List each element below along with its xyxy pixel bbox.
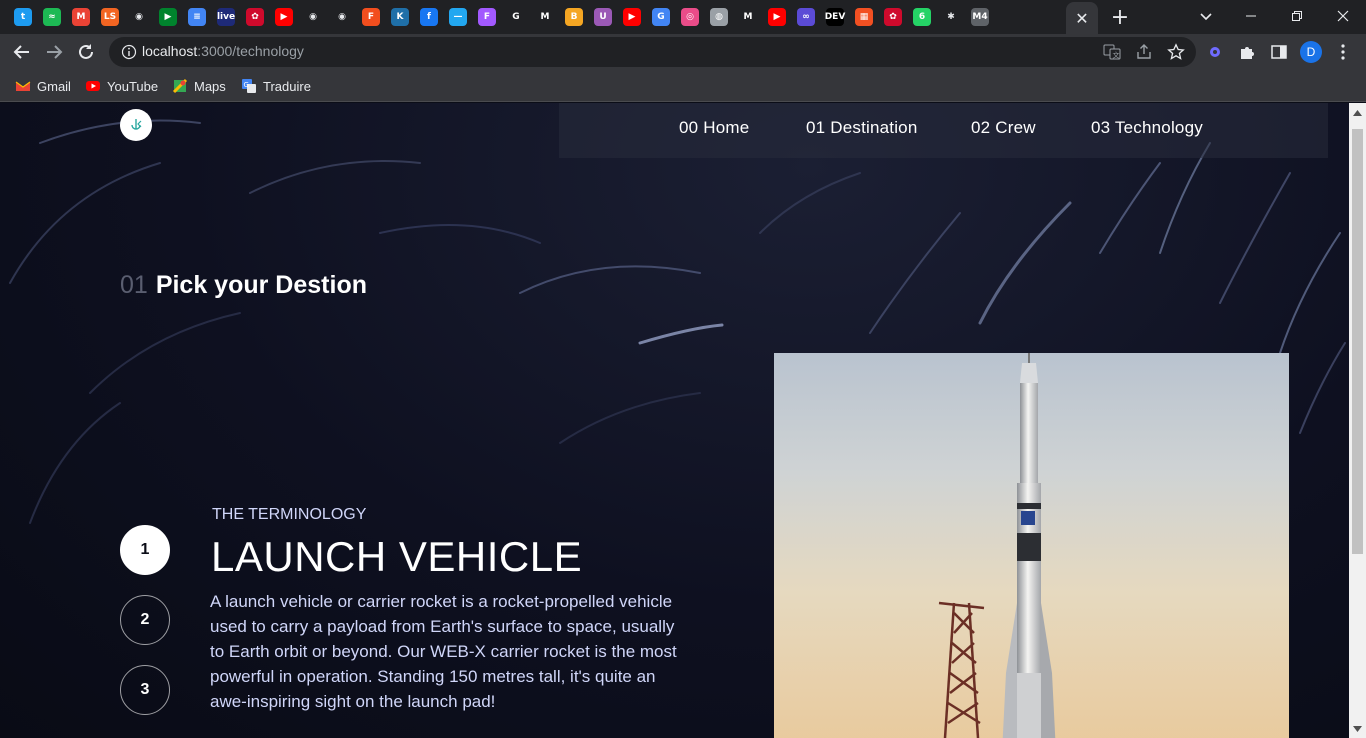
scroll-down-icon[interactable]: [1353, 725, 1362, 733]
site-logo[interactable]: [120, 109, 152, 141]
dribbble-icon[interactable]: ◎: [681, 8, 699, 26]
bookmark-label: Traduire: [263, 78, 311, 94]
profile-initial: D: [1300, 41, 1322, 63]
active-tab[interactable]: ✕: [1066, 2, 1098, 34]
scroll-thumb[interactable]: [1352, 129, 1363, 554]
youtube-icon[interactable]: ▶: [768, 8, 786, 26]
ls-icon[interactable]: LS: [101, 8, 119, 26]
badge-icon[interactable]: B: [565, 8, 583, 26]
figma-icon[interactable]: F: [478, 8, 496, 26]
scroll-up-icon[interactable]: [1353, 109, 1362, 117]
hashnode-icon[interactable]: ∞: [797, 8, 815, 26]
codewars-icon[interactable]: K: [391, 8, 409, 26]
browser-toolbar: localhost:3000/technology 文 D: [0, 34, 1366, 70]
svg-text:G: G: [244, 81, 249, 89]
maps-icon: [172, 78, 188, 94]
youtube-icon[interactable]: ▶: [623, 8, 641, 26]
back-icon[interactable]: [10, 40, 34, 64]
url-text: localhost:3000/technology: [142, 43, 304, 59]
profile-avatar[interactable]: D: [1300, 41, 1322, 63]
translate-icon: G: [242, 79, 256, 93]
step-button-3[interactable]: 3: [120, 665, 170, 715]
terminology-label: THE TERMINOLOGY: [212, 506, 367, 523]
translate-icon[interactable]: 文: [1102, 42, 1122, 62]
tech-title: LAUNCH VEHICLE: [211, 533, 583, 580]
tab-close-icon[interactable]: ✕: [1075, 9, 1088, 28]
gmail-icon: [15, 81, 31, 91]
svg-text:文: 文: [1113, 51, 1120, 60]
huawei-icon[interactable]: ✿: [246, 8, 264, 26]
pinned-tabs: t ≈ M LS ◉ ▶ ≡ live ✿ ▶ ◉ ◉ F Kf — F G M B U ▶ G ◎ ◍ M ▶ ∞ DEV ▦ ✿ 6 ✱ M…: [14, 5, 1000, 29]
app-icon[interactable]: —: [449, 8, 467, 26]
browser-tab-strip: t ≈ M LS ◉ ▶ ≡ live ✿ ▶ ◉ ◉ F Kf — F G M B U ▶ G ◎ ◍ M ▶ ∞ DEV ▦ ✿ 6 ✱ M…: [0, 0, 1366, 34]
docs-icon[interactable]: ≡: [188, 8, 206, 26]
bookmarks-bar: Gmail YouTube Maps G Traduire: [0, 70, 1366, 102]
minimize-button[interactable]: [1228, 0, 1274, 32]
bookmark-star-icon[interactable]: [1166, 42, 1186, 62]
nav-home[interactable]: 00 Home: [679, 118, 749, 138]
extension-gear-icon[interactable]: [1204, 41, 1226, 63]
url-host: localhost: [142, 43, 198, 59]
live-icon[interactable]: live: [217, 8, 235, 26]
dev-icon[interactable]: DEV: [825, 8, 845, 26]
m4-icon[interactable]: M4: [971, 8, 989, 26]
figma-icon[interactable]: F: [362, 8, 380, 26]
nav-destination[interactable]: 01 Destination: [806, 118, 917, 138]
globe-icon[interactable]: ◍: [710, 8, 728, 26]
github-icon[interactable]: ◉: [130, 8, 148, 26]
bookmark-label: YouTube: [107, 78, 159, 94]
restore-button[interactable]: [1274, 0, 1320, 32]
page-scrollbar[interactable]: [1349, 103, 1366, 738]
google-icon[interactable]: G: [507, 8, 525, 26]
menu-kebab-icon[interactable]: [1332, 41, 1354, 63]
address-bar[interactable]: localhost:3000/technology 文: [109, 37, 1196, 67]
site-info-icon[interactable]: [121, 44, 137, 60]
medium-icon[interactable]: M: [739, 8, 757, 26]
extensions-puzzle-icon[interactable]: [1236, 41, 1258, 63]
step-button-2[interactable]: 2: [120, 595, 170, 645]
heading-text: Pick your Destion: [155, 271, 367, 299]
bookmark-traduire[interactable]: G Traduire: [241, 76, 311, 96]
extension-icon[interactable]: ✱: [942, 8, 960, 26]
heading-number: 01: [120, 271, 148, 299]
bookmark-label: Gmail: [37, 78, 71, 94]
huawei-icon[interactable]: ✿: [884, 8, 902, 26]
url-path: :3000/technology: [197, 43, 304, 59]
twitter-icon[interactable]: t: [14, 8, 32, 26]
close-window-button[interactable]: [1320, 0, 1366, 32]
meet-icon[interactable]: ▶: [159, 8, 177, 26]
bookmark-label: Maps: [194, 78, 226, 94]
launch-vehicle-image: [774, 353, 1289, 738]
bookmark-maps[interactable]: Maps: [172, 76, 226, 96]
side-panel-icon[interactable]: [1268, 41, 1290, 63]
logo-icon: [131, 119, 142, 130]
bookmark-gmail[interactable]: Gmail: [15, 76, 71, 96]
tab-search-icon[interactable]: [1196, 6, 1216, 26]
bookmark-youtube[interactable]: YouTube: [85, 76, 158, 96]
tech-description: A launch vehicle or carrier rocket is a …: [210, 592, 677, 711]
youtube-icon: [86, 81, 100, 91]
whatsapp-icon[interactable]: 6: [913, 8, 931, 26]
reload-icon[interactable]: [74, 40, 98, 64]
youtube-icon[interactable]: ▶: [275, 8, 293, 26]
facebook-icon[interactable]: f: [420, 8, 438, 26]
main-nav: 00 Home 01 Destination 02 Crew 03 Techno…: [559, 103, 1328, 158]
github-icon[interactable]: ◉: [304, 8, 322, 26]
upwork-icon[interactable]: U: [594, 8, 612, 26]
translate-icon[interactable]: G: [652, 8, 670, 26]
github-icon[interactable]: ◉: [333, 8, 351, 26]
nav-crew[interactable]: 02 Crew: [971, 118, 1036, 138]
medium-icon[interactable]: M: [536, 8, 554, 26]
gmail-icon[interactable]: M: [72, 8, 90, 26]
microsoft-icon[interactable]: ▦: [855, 8, 873, 26]
forward-icon[interactable]: [42, 40, 66, 64]
new-tab-button[interactable]: +: [1108, 5, 1132, 30]
spotify-icon[interactable]: ≈: [43, 8, 61, 26]
share-icon[interactable]: [1134, 42, 1154, 62]
page-heading: 01 Pick your Destion: [120, 271, 367, 300]
page-viewport: 00 Home 01 Destination 02 Crew 03 Techno…: [0, 103, 1349, 738]
nav-technology[interactable]: 03 Technology: [1091, 118, 1203, 138]
step-button-1[interactable]: 1: [120, 525, 170, 575]
